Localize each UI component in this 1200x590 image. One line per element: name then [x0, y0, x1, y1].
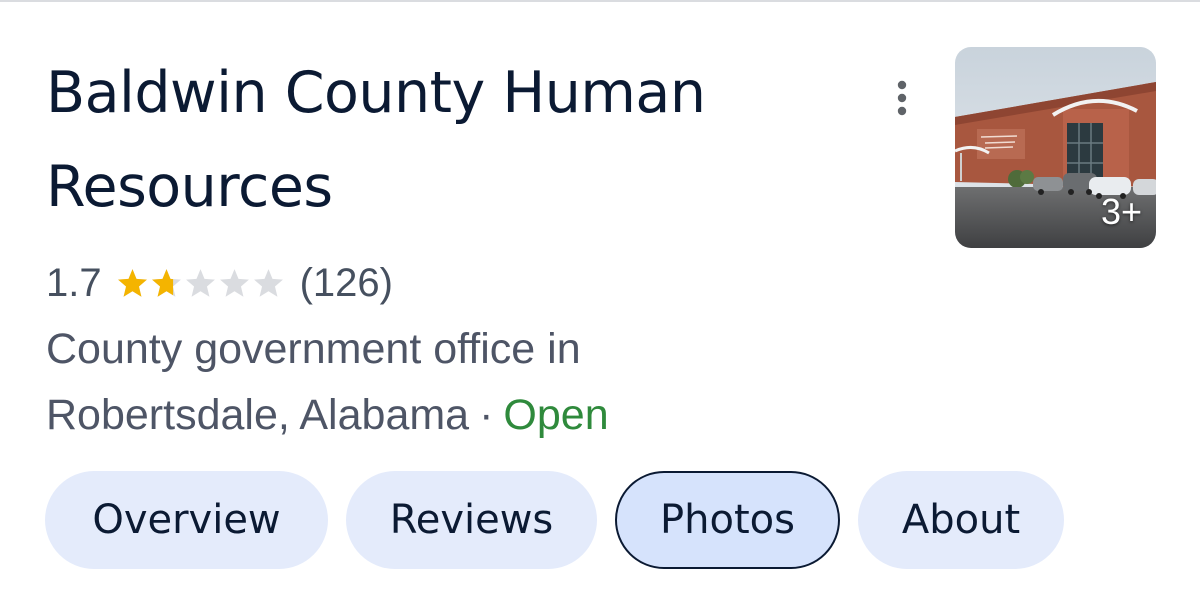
- star-icon: [219, 268, 249, 297]
- star-rating: [116, 267, 286, 300]
- more-options-button[interactable]: [884, 76, 920, 120]
- location-text: Robertsdale, Alabama: [46, 391, 470, 439]
- place-photo-thumbnail[interactable]: 3+: [955, 47, 1156, 248]
- category-text: County government office in: [46, 325, 581, 373]
- tab-label: Reviews: [389, 497, 554, 543]
- tab-label: About: [901, 497, 1021, 543]
- tab-overview[interactable]: Overview: [45, 471, 328, 569]
- place-tabs: Overview Reviews Photos About: [45, 471, 1082, 569]
- rating-row: 1.7 (126): [46, 255, 393, 311]
- top-divider: [0, 0, 1200, 2]
- place-description: County government office in Robertsdale,…: [46, 316, 906, 448]
- star-icon: [117, 268, 147, 297]
- star-icon: [185, 268, 215, 297]
- rating-value: 1.7: [46, 260, 102, 305]
- review-count-link[interactable]: (126): [300, 261, 393, 306]
- star-icon: [151, 268, 181, 297]
- tab-reviews[interactable]: Reviews: [346, 471, 597, 569]
- place-title: Baldwin County Human Resources: [46, 60, 706, 220]
- separator-dot: ·: [479, 391, 494, 439]
- tab-label: Photos: [660, 497, 795, 543]
- star-icon: [253, 268, 283, 297]
- tab-about[interactable]: About: [858, 471, 1064, 569]
- photo-count-badge: 3+: [1100, 191, 1142, 232]
- open-status: Open: [503, 391, 609, 439]
- more-vert-icon: [897, 80, 907, 116]
- tab-label: Overview: [92, 497, 281, 543]
- tab-photos[interactable]: Photos: [615, 471, 840, 569]
